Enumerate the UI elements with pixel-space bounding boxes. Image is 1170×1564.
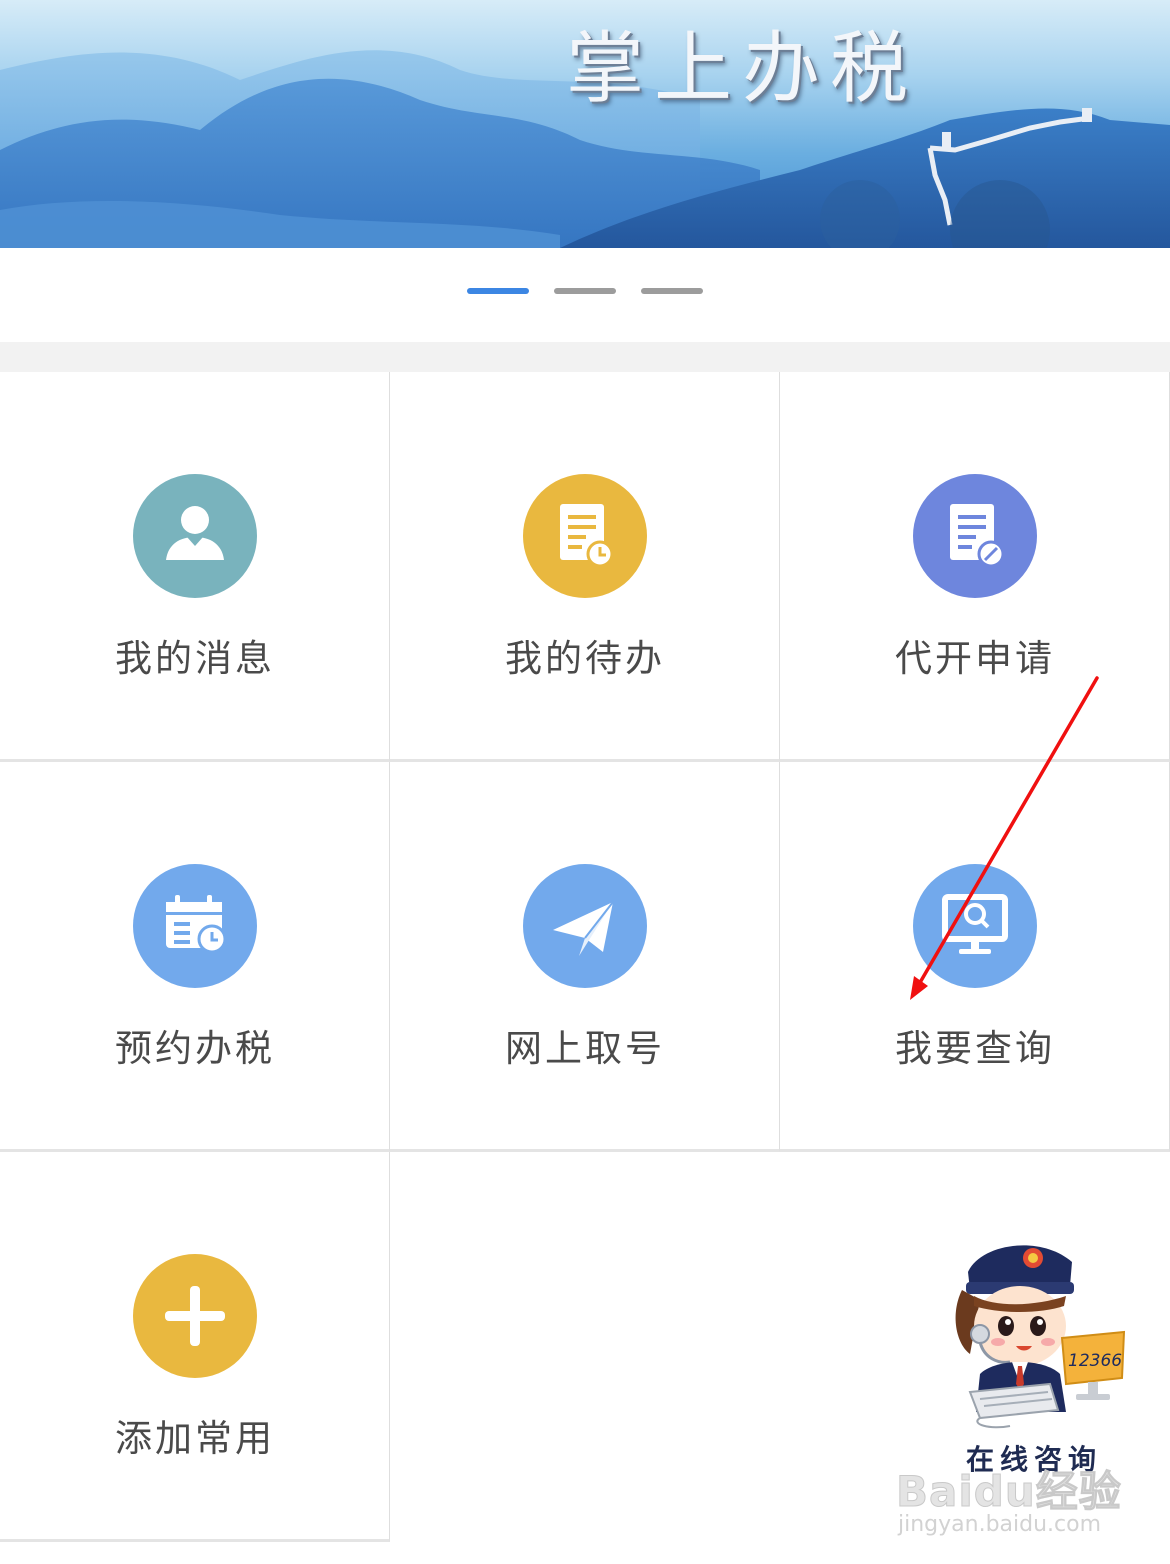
grid-item-label: 我的消息	[115, 637, 275, 680]
section-divider	[0, 342, 1170, 372]
plus-icon	[133, 1254, 257, 1378]
document-edit-icon	[913, 474, 1037, 598]
grid-item-label: 预约办税	[115, 1027, 275, 1070]
watermark-url: jingyan.baidu.com	[898, 1512, 1102, 1537]
mascot-screen-text: 12366	[1068, 1351, 1122, 1371]
banner-title: 掌上办税	[566, 24, 919, 114]
grid-item-my-messages[interactable]: 我的消息	[0, 372, 390, 762]
grid-item-label: 我要查询	[895, 1027, 1055, 1070]
grid-item-label: 网上取号	[505, 1027, 665, 1070]
baidu-jingyan-watermark: Baidu经验 jingyan.baidu.com	[896, 1458, 1156, 1548]
document-clock-icon	[523, 474, 647, 598]
grid-item-my-todos[interactable]: 我的待办	[390, 372, 780, 762]
grid-item-label: 我的待办	[505, 637, 665, 680]
pager-dot-3[interactable]	[641, 288, 703, 294]
grid-item-label: 代开申请	[895, 637, 1055, 680]
user-icon	[133, 474, 257, 598]
calendar-clock-icon	[133, 864, 257, 988]
pager-dot-1[interactable]	[467, 288, 529, 294]
banner-carousel[interactable]: 掌上办税	[0, 0, 1170, 248]
watermark-main: Baidu经验	[896, 1467, 1122, 1517]
monitor-search-icon	[913, 864, 1037, 988]
paper-plane-icon	[523, 864, 647, 988]
carousel-pager	[0, 248, 1170, 342]
grid-item-query[interactable]: 我要查询	[780, 762, 1170, 1152]
grid-item-invoice-application[interactable]: 代开申请	[780, 372, 1170, 762]
grid-item-label: 添加常用	[115, 1417, 275, 1460]
grid-item-online-queue[interactable]: 网上取号	[390, 762, 780, 1152]
grid-item-add-shortcut[interactable]: 添加常用	[0, 1152, 390, 1542]
pager-dots	[467, 288, 703, 294]
grid-item-appointment[interactable]: 预约办税	[0, 762, 390, 1152]
pager-dot-2[interactable]	[554, 288, 616, 294]
customer-service-mascot-icon: 12366	[955, 1245, 1126, 1429]
